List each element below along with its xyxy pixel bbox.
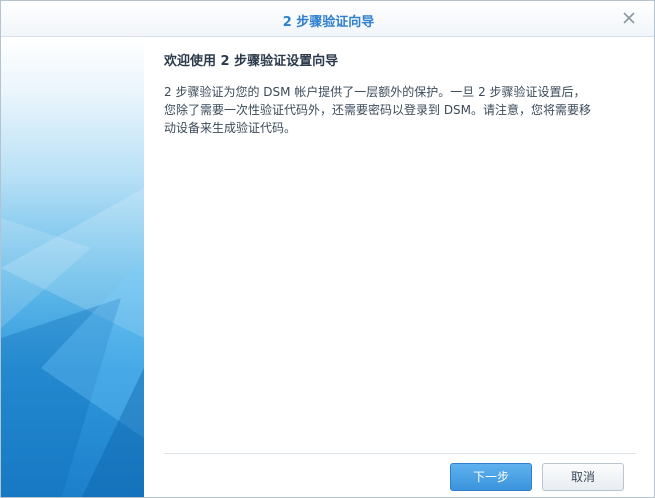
wizard-sidebar-graphic [1,38,144,497]
close-icon[interactable] [620,9,638,27]
wizard-content: 欢迎使用 2 步骤验证设置向导 2 步骤验证为您的 DSM 帐户提供了一层额外的… [144,38,654,497]
page-heading: 欢迎使用 2 步骤验证设置向导 [164,54,339,69]
description-line: 您除了需要一次性验证代码外，还需要密码以登录到 DSM。请注意，您将需要移 [164,103,592,117]
footer-divider [164,453,636,454]
description-line: 2 步骤验证为您的 DSM 帐户提供了一层额外的保护。一旦 2 步骤验证设置后， [164,85,586,99]
dialog-titlebar: 2 步骤验证向导 [1,1,654,37]
cancel-button[interactable]: 取消 [542,463,624,491]
dialog-title: 2 步骤验证向导 [282,15,375,30]
description-line: 动设备来生成验证代码。 [164,121,297,135]
wizard-dialog: 2 步骤验证向导 欢迎使用 2 步骤验证设置向导 2 步骤验证为您的 DSM 帐… [0,0,655,498]
description-text: 2 步骤验证为您的 DSM 帐户提供了一层额外的保护。一旦 2 步骤验证设置后，… [164,83,636,137]
next-button[interactable]: 下一步 [450,463,532,491]
